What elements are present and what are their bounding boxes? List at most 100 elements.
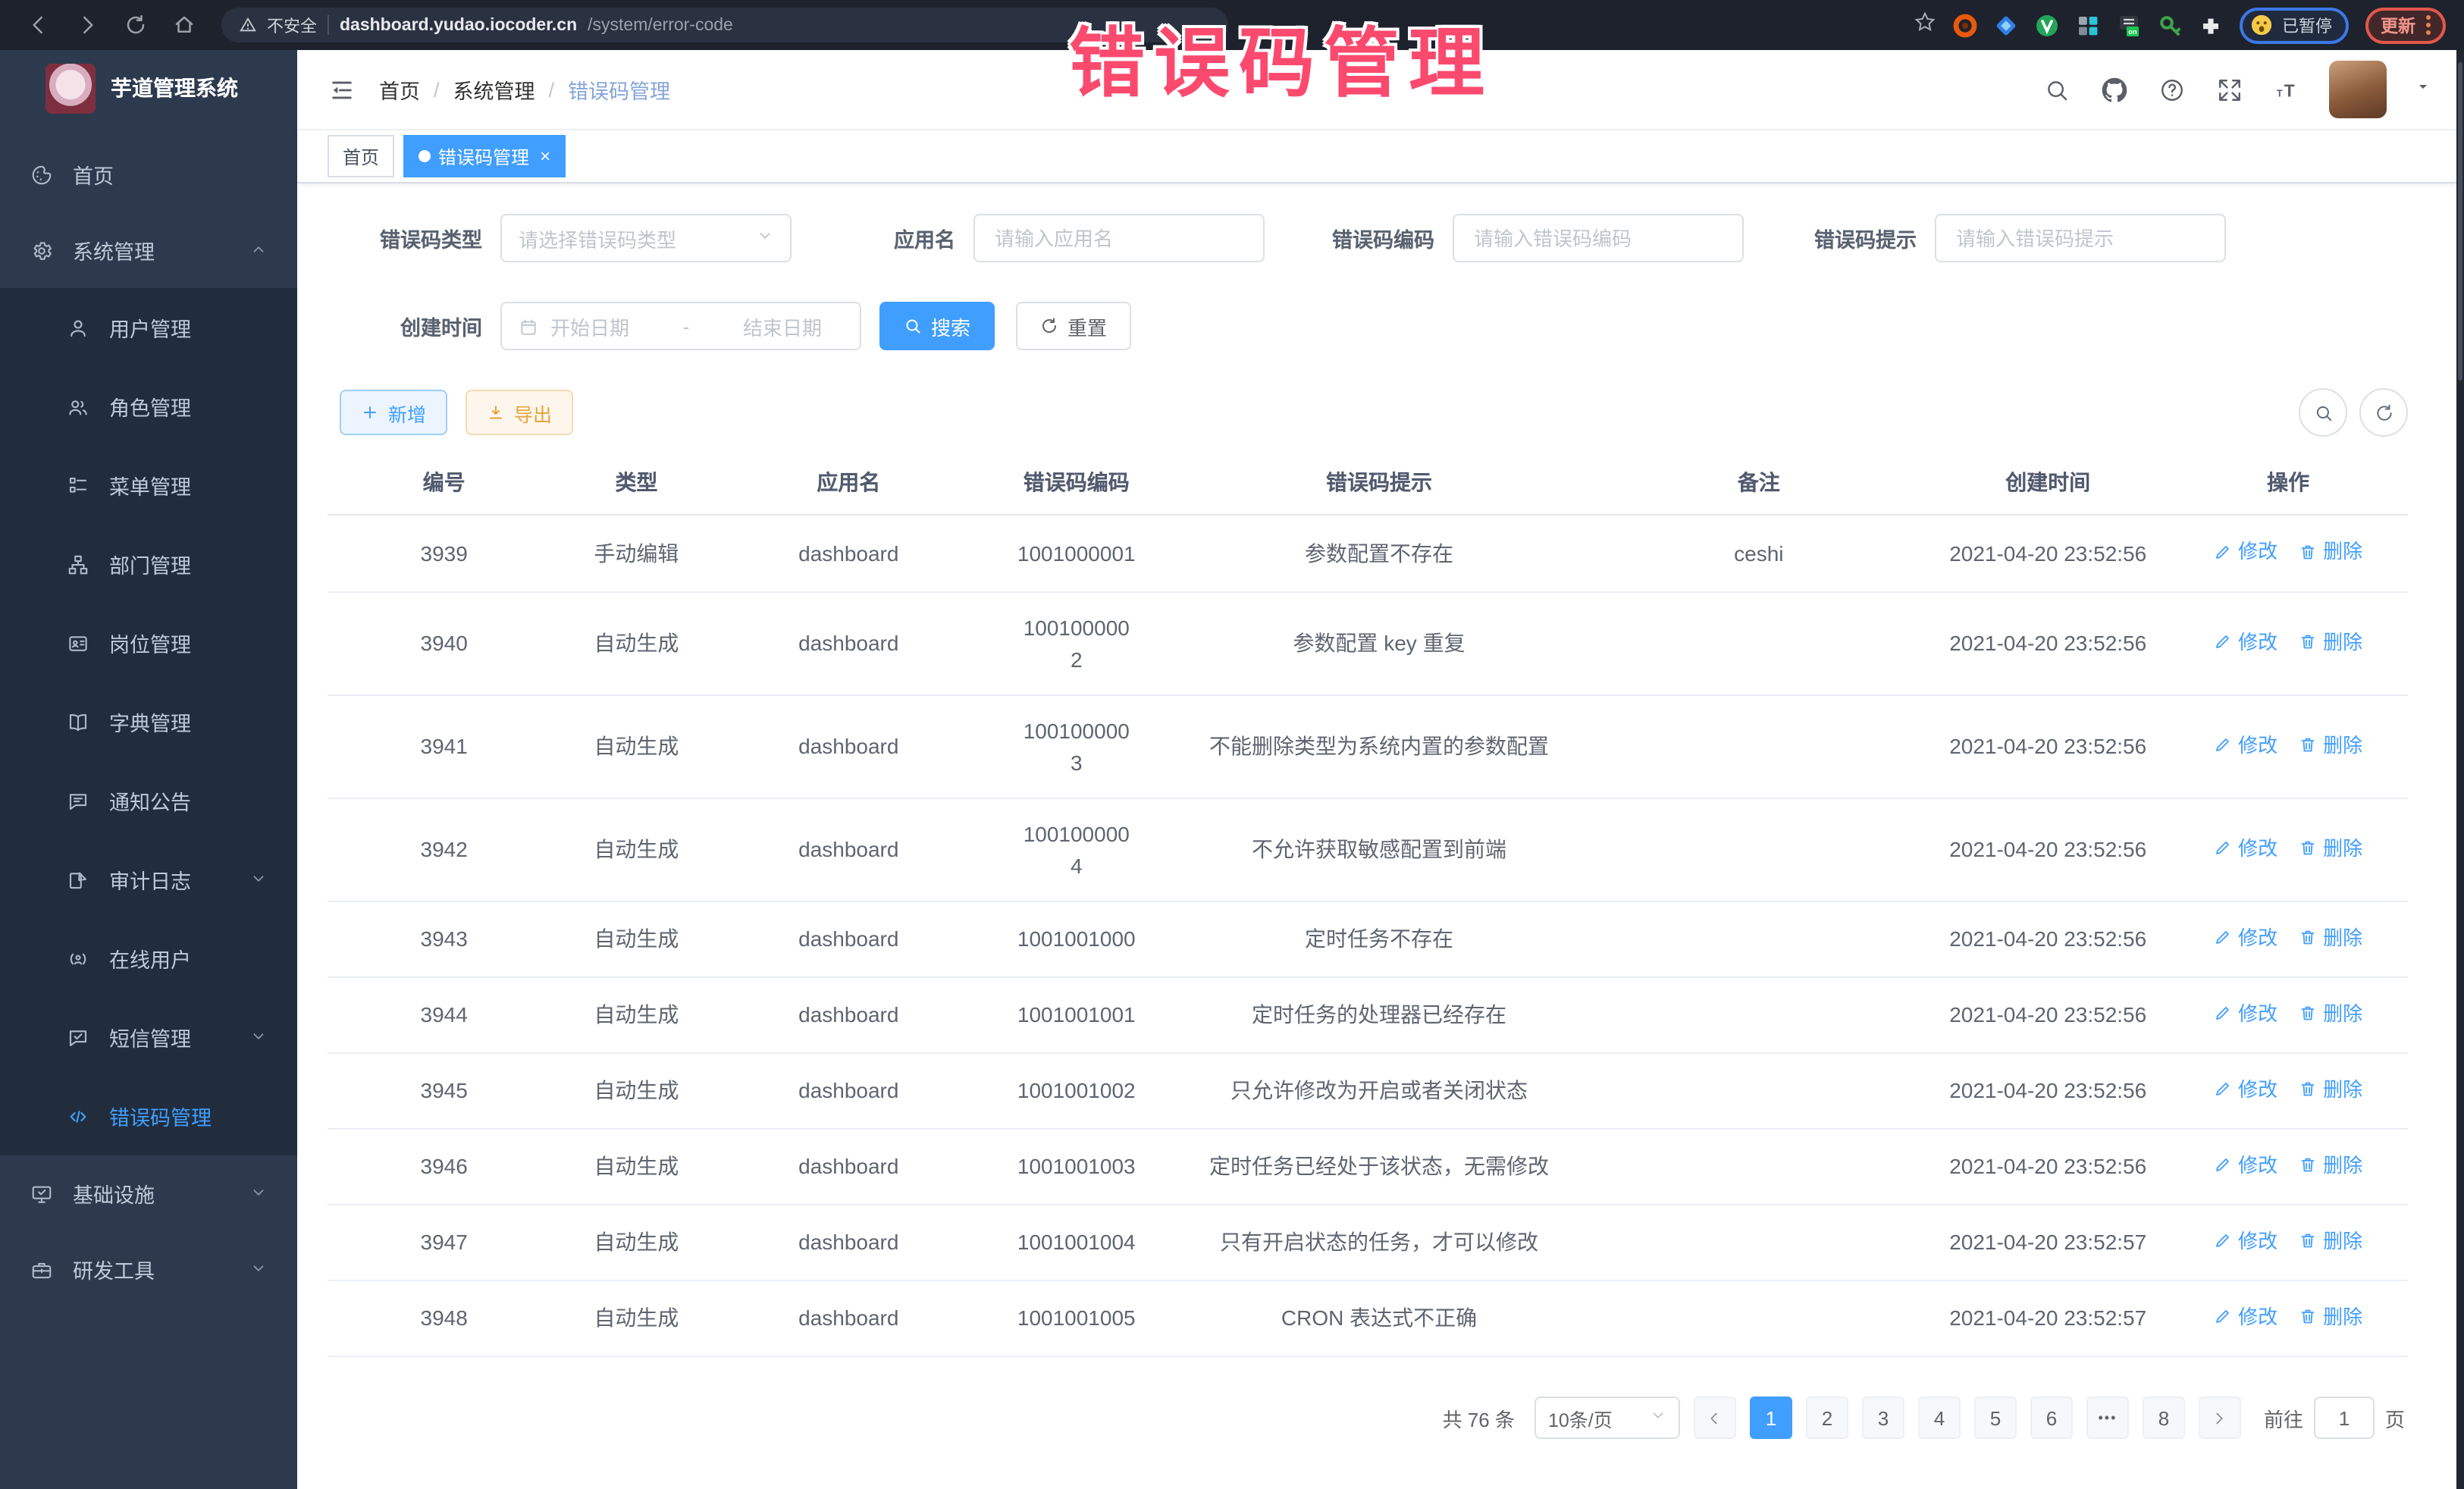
edit-link[interactable]: 修改 <box>2214 537 2277 566</box>
forward-button[interactable] <box>70 8 103 42</box>
edit-link[interactable]: 修改 <box>2214 833 2277 863</box>
page-button-1[interactable]: 1 <box>1750 1397 1792 1439</box>
sidebar-item-dev-tools[interactable]: 研发工具 <box>0 1231 297 1307</box>
app-name-field[interactable] <box>973 214 1265 262</box>
sidebar-item-online-user[interactable]: 在线用户 <box>0 919 297 998</box>
delete-link[interactable]: 删除 <box>2299 627 2362 657</box>
reset-button[interactable]: 重置 <box>1016 302 1131 350</box>
error-type-select[interactable]: 请选择错误码类型 <box>500 214 792 262</box>
sidebar-item-home[interactable]: 首页 <box>0 136 297 212</box>
breadcrumb-system[interactable]: 系统管理 <box>453 74 535 105</box>
breadcrumb-home[interactable]: 首页 <box>379 74 420 105</box>
next-page-button[interactable] <box>2199 1397 2241 1439</box>
error-msg-input[interactable] <box>1953 225 2208 251</box>
extension-dark-on-icon[interactable]: on <box>2117 13 2141 37</box>
sidebar-item-error-code-management[interactable]: 错误码管理 <box>0 1077 297 1155</box>
more-pages-button[interactable]: ••• <box>2086 1397 2129 1439</box>
refresh-table-button[interactable] <box>2359 388 2408 437</box>
user-dropdown-caret-icon[interactable] <box>2414 76 2432 103</box>
github-button[interactable] <box>2099 74 2129 105</box>
page-button-2[interactable]: 2 <box>1806 1397 1848 1439</box>
back-button[interactable] <box>21 8 55 42</box>
sidebar-item-infrastructure[interactable]: 基础设施 <box>0 1155 297 1231</box>
sidebar-item-notice[interactable]: 通知公告 <box>0 761 297 840</box>
edit-link[interactable]: 修改 <box>2214 1302 2277 1331</box>
address-bar[interactable]: 不安全 dashboard.yudao.iocoder.cn/system/er… <box>221 8 1228 42</box>
extension-gem-icon[interactable] <box>1994 13 2018 37</box>
prev-page-button[interactable] <box>1694 1397 1736 1439</box>
sidebar-item-menu-management[interactable]: 菜单管理 <box>0 446 297 525</box>
edit-link[interactable]: 修改 <box>2214 998 2277 1028</box>
edit-link[interactable]: 修改 <box>2214 923 2277 952</box>
page-button-3[interactable]: 3 <box>1862 1397 1904 1439</box>
error-msg-field[interactable] <box>1935 214 2226 262</box>
delete-link[interactable]: 删除 <box>2299 1150 2362 1180</box>
page-button-6[interactable]: 6 <box>2030 1397 2073 1439</box>
sidebar-item-role-management[interactable]: 角色管理 <box>0 367 297 446</box>
edit-link[interactable]: 修改 <box>2214 1150 2277 1180</box>
fullscreen-button[interactable] <box>2214 74 2244 105</box>
update-button[interactable]: 更新 <box>2365 7 2446 43</box>
sidebar-item-sms-management[interactable]: 短信管理 <box>0 998 297 1077</box>
delete-link[interactable]: 删除 <box>2299 923 2362 952</box>
error-code-input[interactable] <box>1471 225 1726 251</box>
error-code-field[interactable] <box>1453 214 1744 262</box>
collapse-sidebar-button[interactable] <box>324 73 358 106</box>
app-name-input[interactable] <box>992 225 1246 251</box>
sidebar-item-system-management[interactable]: 系统管理 <box>0 212 297 288</box>
page-size-select[interactable]: 10条/页 <box>1535 1397 1680 1439</box>
scrollbar-thumb[interactable] <box>2458 62 2462 381</box>
edit-link[interactable]: 修改 <box>2214 1226 2277 1255</box>
bookmark-star-icon[interactable] <box>1914 10 1936 40</box>
delete-link[interactable]: 删除 <box>2299 1302 2362 1331</box>
table-row: 3944自动生成dashboard1001001001定时任务的处理器已经存在2… <box>328 977 2408 1053</box>
sidebar-item-post-management[interactable]: 岗位管理 <box>0 603 297 682</box>
delete-link[interactable]: 删除 <box>2299 1074 2362 1104</box>
sidebar-item-user-management[interactable]: 用户管理 <box>0 288 297 367</box>
reload-button[interactable] <box>118 8 152 42</box>
extension-orange-icon[interactable] <box>1953 13 1977 37</box>
toggle-search-button[interactable] <box>2299 388 2347 437</box>
delete-link[interactable]: 删除 <box>2299 998 2362 1028</box>
sidebar-item-audit-log[interactable]: 审计日志 <box>0 840 297 919</box>
tab-error-code-management[interactable]: 错误码管理 × <box>403 135 566 177</box>
app-logo-block[interactable]: 芋道管理系统 <box>0 50 297 126</box>
page-button-5[interactable]: 5 <box>1974 1397 2017 1439</box>
extension-green-circle-icon[interactable] <box>2035 13 2059 37</box>
cell-msg: 只有开启状态的任务，才可以修改 <box>1168 1205 1591 1281</box>
page-button-4[interactable]: 4 <box>1918 1397 1961 1439</box>
delete-link[interactable]: 删除 <box>2299 537 2362 566</box>
extension-key-icon[interactable] <box>2158 13 2182 37</box>
edit-link[interactable]: 修改 <box>2214 730 2277 760</box>
window-scrollbar[interactable] <box>2456 50 2464 1489</box>
tab-home[interactable]: 首页 <box>328 135 394 177</box>
goto-page-input[interactable] <box>2314 1397 2375 1439</box>
date-range-picker[interactable]: 开始日期 - 结束日期 <box>500 302 861 350</box>
sidebar-item-dict-management[interactable]: 字典管理 <box>0 682 297 761</box>
delete-link[interactable]: 删除 <box>2299 730 2362 760</box>
sidebar-item-dept-management[interactable]: 部门管理 <box>0 525 297 603</box>
search-button[interactable]: 搜索 <box>879 302 995 350</box>
update-label: 更新 <box>2381 13 2415 37</box>
extension-grid-icon[interactable] <box>2076 13 2100 37</box>
font-size-button[interactable]: TT <box>2271 74 2302 105</box>
extension-puzzle-icon[interactable] <box>2199 13 2223 37</box>
cell-type: 自动生成 <box>560 798 712 901</box>
edit-link[interactable]: 修改 <box>2214 1074 2277 1104</box>
help-button[interactable] <box>2156 74 2187 105</box>
add-button[interactable]: 新增 <box>340 390 447 435</box>
tab-close-icon[interactable]: × <box>540 147 550 165</box>
edit-link[interactable]: 修改 <box>2214 627 2277 657</box>
delete-link[interactable]: 删除 <box>2299 1226 2362 1255</box>
home-button[interactable] <box>167 8 200 42</box>
header-search-button[interactable] <box>2041 74 2071 105</box>
page-button-8[interactable]: 8 <box>2143 1397 2185 1439</box>
sidebar-item-label: 审计日志 <box>109 864 191 895</box>
export-button[interactable]: 导出 <box>466 390 573 435</box>
browser-menu-icon[interactable] <box>2426 15 2431 35</box>
menu-list-icon <box>67 474 89 497</box>
avatar[interactable] <box>2329 61 2387 118</box>
delete-link[interactable]: 删除 <box>2299 833 2362 863</box>
paused-extension-pill[interactable]: 已暂停 <box>2240 7 2349 43</box>
cell-remark <box>1591 1205 1928 1281</box>
